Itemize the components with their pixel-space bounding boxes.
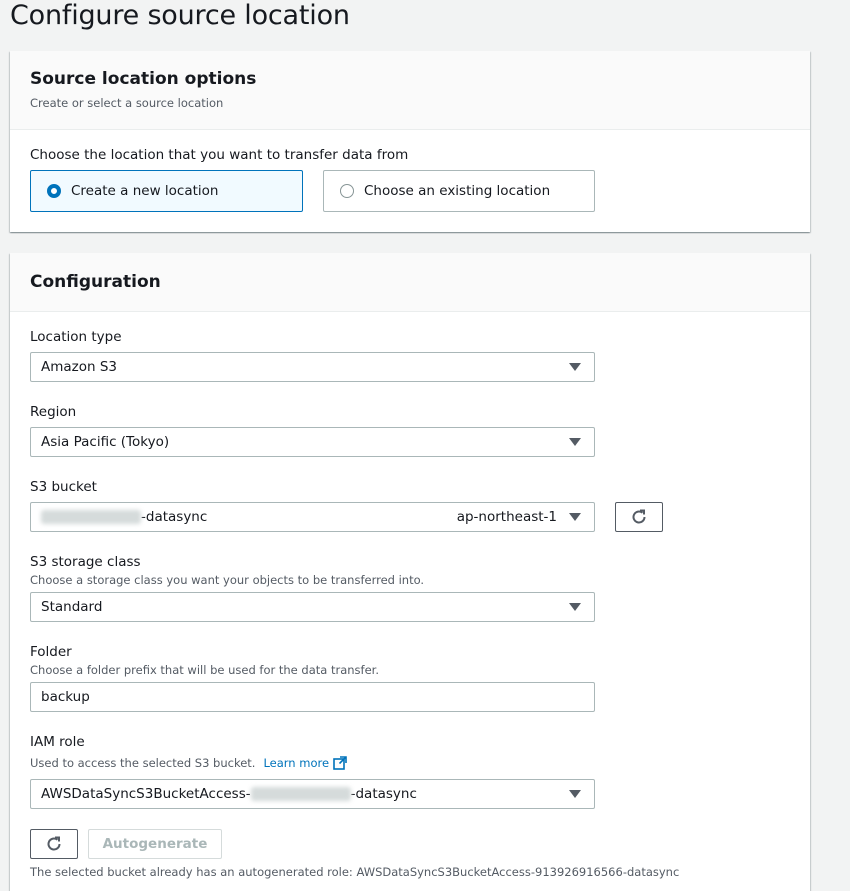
refresh-roles-button[interactable] (30, 829, 78, 859)
folder-input[interactable]: backup (30, 682, 595, 712)
autogenerate-button[interactable]: Autogenerate (88, 829, 222, 859)
caret-down-icon (569, 513, 581, 521)
external-link-icon (333, 756, 347, 770)
iam-role-label: IAM role (30, 734, 85, 750)
location-type-label: Location type (30, 329, 122, 345)
source-panel-header: Source location options Create or select… (10, 51, 810, 130)
configuration-panel: Configuration Location type Amazon S3 Re… (10, 253, 810, 891)
iam-role-value-suffix: -datasync (350, 786, 417, 802)
location-type-value: Amazon S3 (41, 359, 118, 375)
location-type-select[interactable]: Amazon S3 (30, 352, 595, 382)
iam-role-note: The selected bucket already has an autog… (30, 865, 680, 879)
s3-bucket-region-tag: ap-northeast-1 (456, 509, 557, 525)
storage-class-value: Standard (41, 599, 103, 615)
option-label: Choose an existing location (364, 183, 551, 199)
s3-bucket-label: S3 bucket (30, 479, 97, 495)
source-panel-description: Create or select a source location (30, 96, 224, 110)
config-panel-header: Configuration (10, 253, 810, 312)
region-select[interactable]: Asia Pacific (Tokyo) (30, 427, 595, 457)
s3-bucket-value: -datasync (141, 509, 208, 525)
storage-class-select[interactable]: Standard (30, 592, 595, 622)
refresh-icon (632, 509, 646, 524)
folder-description: Choose a folder prefix that will be used… (30, 663, 379, 677)
option-choose-existing-location[interactable]: Choose an existing location (323, 170, 595, 212)
iam-role-value-prefix: AWSDataSyncS3BucketAccess- (41, 786, 251, 802)
option-label: Create a new location (71, 183, 219, 199)
iam-role-description-row: Used to access the selected S3 bucket. L… (30, 756, 347, 770)
storage-class-label: S3 storage class (30, 554, 141, 570)
redacted-account-id (250, 787, 351, 801)
radio-unselected-icon (340, 184, 354, 198)
redacted-account-id (41, 510, 141, 524)
source-location-panel: Source location options Create or select… (10, 51, 810, 232)
region-label: Region (30, 404, 77, 420)
radio-selected-icon (47, 184, 61, 198)
caret-down-icon (569, 438, 581, 446)
caret-down-icon (569, 790, 581, 798)
caret-down-icon (569, 603, 581, 611)
region-value: Asia Pacific (Tokyo) (41, 434, 170, 450)
learn-more-link[interactable]: Learn more (263, 756, 329, 770)
option-create-new-location[interactable]: Create a new location (30, 170, 303, 212)
iam-role-description: Used to access the selected S3 bucket. (30, 756, 256, 770)
refresh-buckets-button[interactable] (615, 502, 663, 532)
config-panel-title: Configuration (30, 272, 161, 292)
iam-role-select[interactable]: AWSDataSyncS3BucketAccess- -datasync (30, 779, 595, 809)
page-title: Configure source location (10, 0, 350, 31)
s3-bucket-select[interactable]: -datasync ap-northeast-1 (30, 502, 595, 532)
folder-value: backup (41, 689, 90, 705)
storage-class-description: Choose a storage class you want your obj… (30, 573, 425, 587)
refresh-icon (47, 836, 61, 851)
folder-label: Folder (30, 644, 72, 660)
source-question-label: Choose the location that you want to tra… (30, 147, 409, 163)
source-panel-title: Source location options (30, 69, 257, 89)
caret-down-icon (569, 363, 581, 371)
